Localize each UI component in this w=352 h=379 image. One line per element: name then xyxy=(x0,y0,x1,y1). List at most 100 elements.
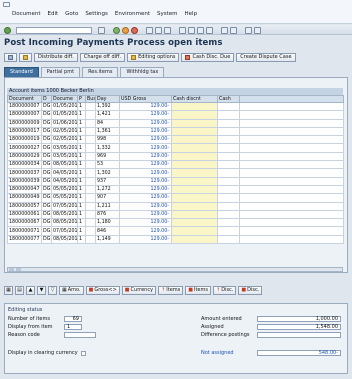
cash-cell[interactable] xyxy=(217,126,240,137)
currency-button[interactable]: ■ Currency xyxy=(121,286,157,295)
tab-partial-pmt[interactable]: Partial pmt xyxy=(40,67,81,77)
editing-options-button[interactable]: Editing options xyxy=(127,53,180,62)
cash-cell[interactable] xyxy=(217,151,240,162)
cash-discount-input[interactable] xyxy=(171,176,218,186)
col-d[interactable]: D xyxy=(41,95,52,103)
print-icon[interactable] xyxy=(146,26,153,34)
col-document[interactable]: Document xyxy=(7,95,42,103)
table-row[interactable]: 1800000034 DG 08/05/201 1 53 129.00- xyxy=(7,160,344,170)
table-row[interactable]: 1800000077 DG 08/05/201 1 1,149 129.00- xyxy=(7,234,344,245)
horizontal-scrollbar[interactable] xyxy=(7,267,343,272)
next-page-icon[interactable] xyxy=(197,26,204,34)
sap-window-icon[interactable] xyxy=(3,2,10,7)
scroll-left-icon[interactable] xyxy=(9,268,14,271)
cash-cell[interactable] xyxy=(217,201,240,211)
menu-item-help[interactable]: Help xyxy=(185,11,198,17)
cash-cell[interactable] xyxy=(217,218,240,228)
cash-cell[interactable] xyxy=(217,193,240,203)
cash-cell[interactable] xyxy=(217,101,240,112)
cash-discount-input[interactable] xyxy=(171,143,218,153)
cash-cell[interactable] xyxy=(217,234,240,245)
table-row[interactable]: 1800000019 DG 02/05/201 1 998 129.00- xyxy=(7,135,344,145)
first-page-icon[interactable] xyxy=(179,26,186,34)
help-icon[interactable] xyxy=(245,26,252,34)
disc-button-2[interactable]: ■ Disc. xyxy=(238,286,263,295)
cash-cell[interactable] xyxy=(217,160,240,170)
cash-discount-input[interactable] xyxy=(171,201,218,211)
cash-discount-input[interactable] xyxy=(171,168,218,178)
col-cash-discnt[interactable]: Cash discnt xyxy=(171,95,218,103)
menu-item-settings[interactable]: Settings xyxy=(85,11,108,17)
cash-discount-input[interactable] xyxy=(171,226,218,236)
menu-item-environment[interactable]: Environment xyxy=(115,11,150,17)
cash-discount-input[interactable] xyxy=(171,126,218,137)
col-docume[interactable]: Docume xyxy=(51,95,78,103)
find-icon[interactable] xyxy=(155,26,162,34)
cancel-icon[interactable] xyxy=(131,26,138,34)
cash-cell[interactable] xyxy=(217,226,240,236)
cash-cell[interactable] xyxy=(217,135,240,145)
cash-discount-input[interactable] xyxy=(171,184,218,195)
menu-item-system[interactable]: System xyxy=(157,11,178,17)
cash-discount-input[interactable] xyxy=(171,209,218,220)
cash-discount-input[interactable] xyxy=(171,101,218,112)
find-next-icon[interactable] xyxy=(164,26,171,34)
scroll-right-icon[interactable] xyxy=(16,268,21,271)
col-day[interactable]: Day xyxy=(95,95,120,103)
table-row[interactable]: 1800000007 DG 01/05/201 1 1,421 129.00- xyxy=(7,110,344,120)
display-currency-checkbox[interactable] xyxy=(80,350,86,356)
cash-cell[interactable] xyxy=(217,110,240,120)
table-row[interactable]: 1800000057 DG 07/05/201 1 1,211 129.00- xyxy=(7,201,344,211)
enter-check-icon[interactable] xyxy=(4,26,11,34)
layout-menu-icon[interactable] xyxy=(254,26,261,34)
table-row[interactable]: 1800000007 DG 01/05/201 1 1,392 129.00- xyxy=(7,101,344,112)
charge-off-diff-button[interactable]: Charge off diff. xyxy=(79,53,126,62)
filter-icon[interactable]: ▽ xyxy=(48,286,57,295)
menu-item-goto[interactable]: Goto xyxy=(65,11,78,17)
create-dispute-case-button[interactable]: Create Dispute Case xyxy=(236,53,296,62)
table-row[interactable]: 1800000039 DG 04/05/201 1 937 129.00- xyxy=(7,176,344,186)
cash-discount-input[interactable] xyxy=(171,234,218,245)
table-row[interactable]: 1800000061 DG 08/05/201 1 876 129.00- xyxy=(7,209,344,220)
table-row[interactable]: 1800000027 DG 03/05/201 1 1,332 129.00- xyxy=(7,143,344,153)
cash-discount-input[interactable] xyxy=(171,193,218,203)
cash-disc-due-button[interactable]: Cash Disc. Due xyxy=(181,53,235,62)
cash-cell[interactable] xyxy=(217,176,240,186)
items-button-2[interactable]: ■ Items xyxy=(185,286,211,295)
cash-cell[interactable] xyxy=(217,143,240,153)
last-page-icon[interactable] xyxy=(206,26,213,34)
save-icon[interactable] xyxy=(98,26,105,34)
cash-discount-input[interactable] xyxy=(171,160,218,170)
cash-cell[interactable] xyxy=(217,209,240,220)
shortcut-icon[interactable] xyxy=(230,26,237,34)
reason-code-input[interactable] xyxy=(64,332,96,338)
col-cash[interactable]: Cash xyxy=(217,95,240,103)
col-p[interactable]: P xyxy=(77,95,86,103)
distribute-diff-button[interactable]: Distribute diff. xyxy=(34,53,78,62)
back-icon[interactable] xyxy=(113,26,120,34)
table-row[interactable]: 1800000009 DG 01/06/201 1 84 129.00- xyxy=(7,118,344,128)
previous-page-icon[interactable] xyxy=(188,26,195,34)
table-row[interactable]: 1800000071 DG 07/05/201 1 846 129.00- xyxy=(7,226,344,236)
cash-discount-input[interactable] xyxy=(171,151,218,162)
table-row[interactable]: 1800000047 DG 05/05/201 1 1,272 129.00- xyxy=(7,184,344,195)
items-button-1[interactable]: ↑ Items xyxy=(158,286,184,295)
gross-button[interactable]: ■ Gross<> xyxy=(85,286,120,295)
col-bus[interactable]: Bus xyxy=(85,95,96,103)
disc-button-1[interactable]: ↑ Disc. xyxy=(213,286,237,295)
sort-asc-icon[interactable]: ▲ xyxy=(26,286,35,295)
new-session-icon[interactable] xyxy=(221,26,228,34)
exit-icon[interactable] xyxy=(122,26,129,34)
cash-cell[interactable] xyxy=(217,118,240,128)
table-row[interactable]: 1800000017 DG 02/05/201 1 1,361 129.00- xyxy=(7,126,344,137)
sort-desc-icon[interactable]: ▼ xyxy=(37,286,46,295)
menu-item-edit[interactable]: Edit xyxy=(48,11,59,17)
display-from-item-input[interactable]: 1 xyxy=(64,324,82,330)
menu-item-document[interactable]: Document xyxy=(12,11,41,17)
deselect-all-icon[interactable]: ▤ xyxy=(15,286,24,295)
amount-button[interactable]: ▦ Amo. xyxy=(59,286,84,295)
overview-button[interactable] xyxy=(4,53,17,62)
table-row[interactable]: 1800000029 DG 03/05/201 1 969 129.00- xyxy=(7,151,344,162)
cash-discount-input[interactable] xyxy=(171,118,218,128)
command-field[interactable] xyxy=(16,26,92,34)
